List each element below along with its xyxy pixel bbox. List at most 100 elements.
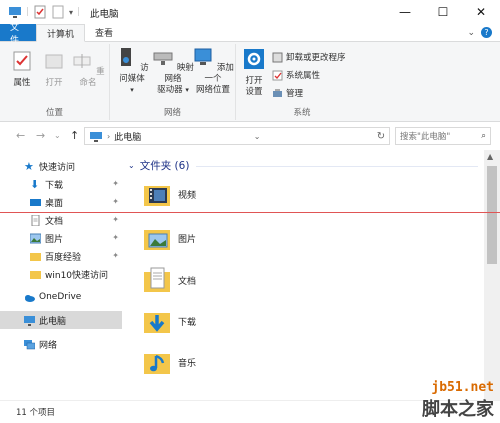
- annotation-line: [0, 212, 500, 213]
- chevron-down-icon: ▾: [130, 86, 134, 94]
- open-settings-button[interactable]: 打开 设置: [240, 48, 268, 98]
- nav-item-win10-quick-access[interactable]: win10快速访问: [0, 265, 122, 283]
- title-bar: | ▾ | 此电脑 — ☐ ✕: [0, 0, 500, 24]
- download-arrow-icon: ⬇: [30, 177, 40, 191]
- pictures-folder-icon: [144, 230, 170, 250]
- ribbon: 属性 打开 重命名 位置 访问媒体 ▾ 映射网络 驱动器 ▾ 添加一个 网络位置 网络: [0, 42, 500, 122]
- pin-icon: ✦: [112, 233, 119, 242]
- pin-icon: ✦: [112, 251, 119, 260]
- close-button[interactable]: ✕: [462, 0, 500, 24]
- nav-quick-access[interactable]: ★ 快速访问: [0, 157, 122, 175]
- watermark: jb51.net 脚本之家: [422, 380, 494, 421]
- nav-item-downloads[interactable]: ⬇ 下载 ✦: [0, 175, 122, 193]
- picture-icon: [30, 233, 41, 243]
- scroll-up-icon[interactable]: ▲: [487, 152, 493, 161]
- recent-dropdown-icon[interactable]: ⌄: [54, 131, 61, 140]
- qat-dropdown-icon[interactable]: ▾: [69, 8, 73, 17]
- minimize-button[interactable]: —: [386, 0, 424, 24]
- rename-button[interactable]: 重命名: [70, 50, 106, 89]
- maximize-button[interactable]: ☐: [424, 0, 462, 24]
- open-button[interactable]: 打开: [40, 50, 68, 89]
- uninstall-icon: [272, 52, 283, 62]
- nav-item-documents[interactable]: 文档 ✦: [0, 211, 122, 229]
- manage-button[interactable]: 管理: [272, 87, 303, 99]
- search-placeholder: 搜索"此电脑": [400, 132, 451, 142]
- search-input[interactable]: 搜索"此电脑" ⌕: [395, 127, 491, 145]
- pin-icon: ✦: [112, 215, 119, 224]
- gear-icon: [244, 49, 264, 69]
- back-arrow-icon[interactable]: ←: [16, 129, 25, 142]
- group-location: 属性 打开 重命名 位置: [0, 44, 110, 120]
- folder-item-videos[interactable]: 视频: [142, 176, 442, 212]
- manage-icon: [273, 88, 282, 97]
- folder-item-downloads[interactable]: 下载: [142, 303, 442, 339]
- divider: |: [77, 7, 81, 17]
- add-network-location-button[interactable]: 添加一个 网络位置: [192, 46, 234, 96]
- star-icon: ★: [24, 159, 34, 173]
- folder-item-pictures[interactable]: 图片: [142, 220, 442, 256]
- folder-name: 图片: [178, 234, 197, 245]
- cloud-icon: [25, 294, 35, 302]
- group-network: 访问媒体 ▾ 映射网络 驱动器 ▾ 添加一个 网络位置 网络: [110, 44, 236, 120]
- pin-icon: ✦: [112, 179, 119, 188]
- chevron-down-icon[interactable]: ⌄: [254, 132, 261, 141]
- tab-file[interactable]: 文件: [0, 23, 36, 46]
- breadcrumb-chevron-icon[interactable]: ›: [107, 132, 110, 141]
- tab-view[interactable]: 查看: [85, 24, 123, 41]
- nav-network[interactable]: 网络: [0, 335, 122, 353]
- nav-item-pictures[interactable]: 图片 ✦: [0, 229, 122, 247]
- group-label-network: 网络: [163, 108, 181, 118]
- nav-onedrive[interactable]: OneDrive: [0, 288, 122, 306]
- computer-icon[interactable]: [8, 5, 22, 19]
- computer-icon: [90, 131, 102, 142]
- section-header-folders[interactable]: ⌄ 文件夹 (6): [128, 158, 189, 173]
- forward-arrow-icon[interactable]: →: [36, 129, 45, 142]
- chevron-down-icon: ⌄: [128, 161, 135, 170]
- divider: |: [26, 7, 30, 17]
- item-count: 11 个项目: [16, 408, 56, 418]
- chevron-down-icon[interactable]: ⌄: [467, 28, 475, 38]
- folder-name: 音乐: [178, 358, 197, 369]
- group-label-system: 系统: [293, 108, 311, 118]
- network-location-icon: [194, 48, 212, 65]
- pin-icon: ✦: [112, 197, 119, 206]
- folder-name: 视频: [178, 190, 197, 201]
- address-bar[interactable]: › 此电脑 ⌄ ↻: [84, 127, 390, 145]
- content-pane: ⌄ 文件夹 (6) 视频 图片 文档 下载 音乐: [122, 150, 484, 400]
- network-icon: [24, 339, 35, 349]
- folder-name: 文档: [178, 276, 197, 287]
- folder-icon: [30, 252, 41, 261]
- network-drive-icon: [153, 52, 173, 65]
- breadcrumb-this-pc[interactable]: 此电脑: [114, 130, 141, 143]
- search-icon: ⌕: [481, 131, 486, 141]
- scroll-thumb[interactable]: [487, 166, 497, 264]
- folder-item-music[interactable]: 音乐: [142, 344, 442, 380]
- check-icon: [272, 70, 283, 80]
- system-properties-button[interactable]: 系统属性: [272, 69, 320, 81]
- properties-button[interactable]: 属性: [8, 50, 36, 89]
- folder-item-documents[interactable]: 文档: [142, 262, 442, 298]
- media-icon: [121, 48, 132, 66]
- nav-this-pc[interactable]: 此电脑: [0, 311, 122, 329]
- help-icon[interactable]: ?: [481, 27, 492, 38]
- new-folder-icon[interactable]: [51, 5, 65, 19]
- folder-icon: [30, 270, 41, 279]
- documents-folder-icon: [144, 267, 170, 292]
- nav-item-desktop[interactable]: 桌面 ✦: [0, 193, 122, 211]
- tab-computer[interactable]: 计算机: [36, 24, 86, 42]
- downloads-folder-icon: [144, 313, 170, 333]
- refresh-icon[interactable]: ↻: [373, 131, 389, 142]
- folder-name: 下载: [178, 317, 197, 328]
- navigation-bar: ← → ⌄ ↑ › 此电脑 ⌄ ↻ 搜索"此电脑" ⌕: [0, 122, 500, 150]
- watermark-url: jb51.net: [431, 380, 494, 395]
- vertical-scrollbar[interactable]: ▲: [484, 150, 500, 400]
- properties-check-icon[interactable]: [33, 5, 47, 19]
- map-network-drive-button[interactable]: 映射网络 驱动器 ▾: [152, 46, 194, 96]
- uninstall-programs-button[interactable]: 卸载或更改程序: [272, 51, 346, 63]
- group-label-location: 位置: [45, 108, 63, 118]
- up-arrow-icon[interactable]: ↑: [70, 129, 79, 142]
- ribbon-tabs: 文件 计算机 查看 ⌄ ?: [0, 23, 500, 46]
- group-system: 打开 设置 卸载或更改程序 系统属性 管理 系统: [236, 44, 368, 120]
- access-media-button[interactable]: 访问媒体 ▾: [112, 46, 152, 96]
- nav-item-baidu-jingyan[interactable]: 百度经验 ✦: [0, 247, 122, 265]
